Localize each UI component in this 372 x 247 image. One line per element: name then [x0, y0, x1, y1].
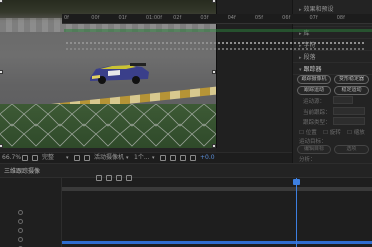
timeline-tab-bar: 三维跟踪摄像	[0, 164, 372, 181]
visibility-icon[interactable]	[18, 228, 23, 233]
options-button[interactable]: 选项	[334, 145, 369, 154]
zoom-level[interactable]: 66.7%	[2, 153, 21, 163]
resolution-select[interactable]: 完整	[42, 153, 54, 163]
crop-icon[interactable]	[74, 153, 80, 163]
playhead-line[interactable]	[296, 178, 297, 247]
current-track-label: 当前跟踪：	[303, 110, 331, 116]
tab-3d-camera-tracker[interactable]: 三维跟踪摄像	[4, 166, 40, 175]
snapshot-icon[interactable]	[190, 153, 196, 163]
track-motion-button[interactable]: 跟踪运动	[297, 86, 331, 95]
fast-preview-icon[interactable]	[180, 153, 186, 163]
edit-target-button[interactable]: 编辑目标	[297, 145, 331, 154]
screen-icon[interactable]	[22, 153, 28, 163]
render-progress-bar	[62, 241, 372, 244]
track-type-label: 跟踪类型：	[303, 120, 331, 126]
chevron-down-icon[interactable]: ▾	[126, 153, 129, 163]
corner-handle[interactable]	[0, 144, 3, 148]
chevron-right-icon: ▸	[299, 7, 302, 13]
rotation-checkbox[interactable]: ☐ 旋转	[323, 128, 341, 136]
position-checkbox[interactable]: ☐ 位置	[299, 128, 317, 136]
toggle-icon[interactable]	[160, 153, 166, 163]
edge-handle[interactable]	[0, 70, 3, 74]
chevron-down-icon[interactable]: ▾	[66, 153, 69, 163]
motion-source-select[interactable]	[333, 96, 353, 104]
chevron-down-icon[interactable]: ▾	[152, 153, 155, 163]
motion-source-label: 运动源：	[303, 99, 326, 105]
views-select[interactable]: 1个...	[134, 153, 150, 163]
scale-checkbox[interactable]: ☐ 缩放	[347, 128, 365, 136]
tool-icon[interactable]	[96, 167, 102, 186]
visibility-icon[interactable]	[18, 210, 23, 215]
timeline-panel: 三维跟踪摄像	[0, 163, 372, 247]
grid-icon[interactable]	[32, 153, 38, 163]
alpha-grid-icon[interactable]	[84, 153, 90, 163]
viewer-footer: 66.7% 完整 ▾ 活动摄像机 ▾ 1个... ▾ +0.0	[0, 152, 292, 163]
corner-handle[interactable]	[0, 0, 3, 3]
catch-fence	[0, 104, 216, 147]
work-area-bar[interactable]	[62, 187, 372, 191]
visibility-icon[interactable]	[18, 237, 23, 242]
tool-icon[interactable]	[116, 167, 122, 186]
current-track-select[interactable]	[333, 107, 365, 115]
stabilize-motion-button[interactable]: 稳定运动	[334, 86, 369, 95]
keyframe-row	[66, 48, 366, 50]
playhead-handle[interactable]	[293, 179, 300, 185]
motion-target-label: 运动目标：	[299, 139, 327, 145]
exposure-value[interactable]: +0.0	[200, 153, 215, 163]
camera-select[interactable]: 活动摄像机	[94, 153, 124, 163]
layer-panel	[0, 178, 62, 247]
layer-bar[interactable]	[64, 29, 372, 32]
tool-icon[interactable]	[106, 167, 112, 186]
track-type-select[interactable]	[333, 117, 365, 125]
transparency-icon[interactable]	[170, 153, 176, 163]
keyframe-row	[66, 42, 366, 44]
track-area[interactable]	[62, 14, 372, 84]
tool-icon[interactable]	[126, 167, 132, 186]
visibility-icon[interactable]	[18, 219, 23, 224]
